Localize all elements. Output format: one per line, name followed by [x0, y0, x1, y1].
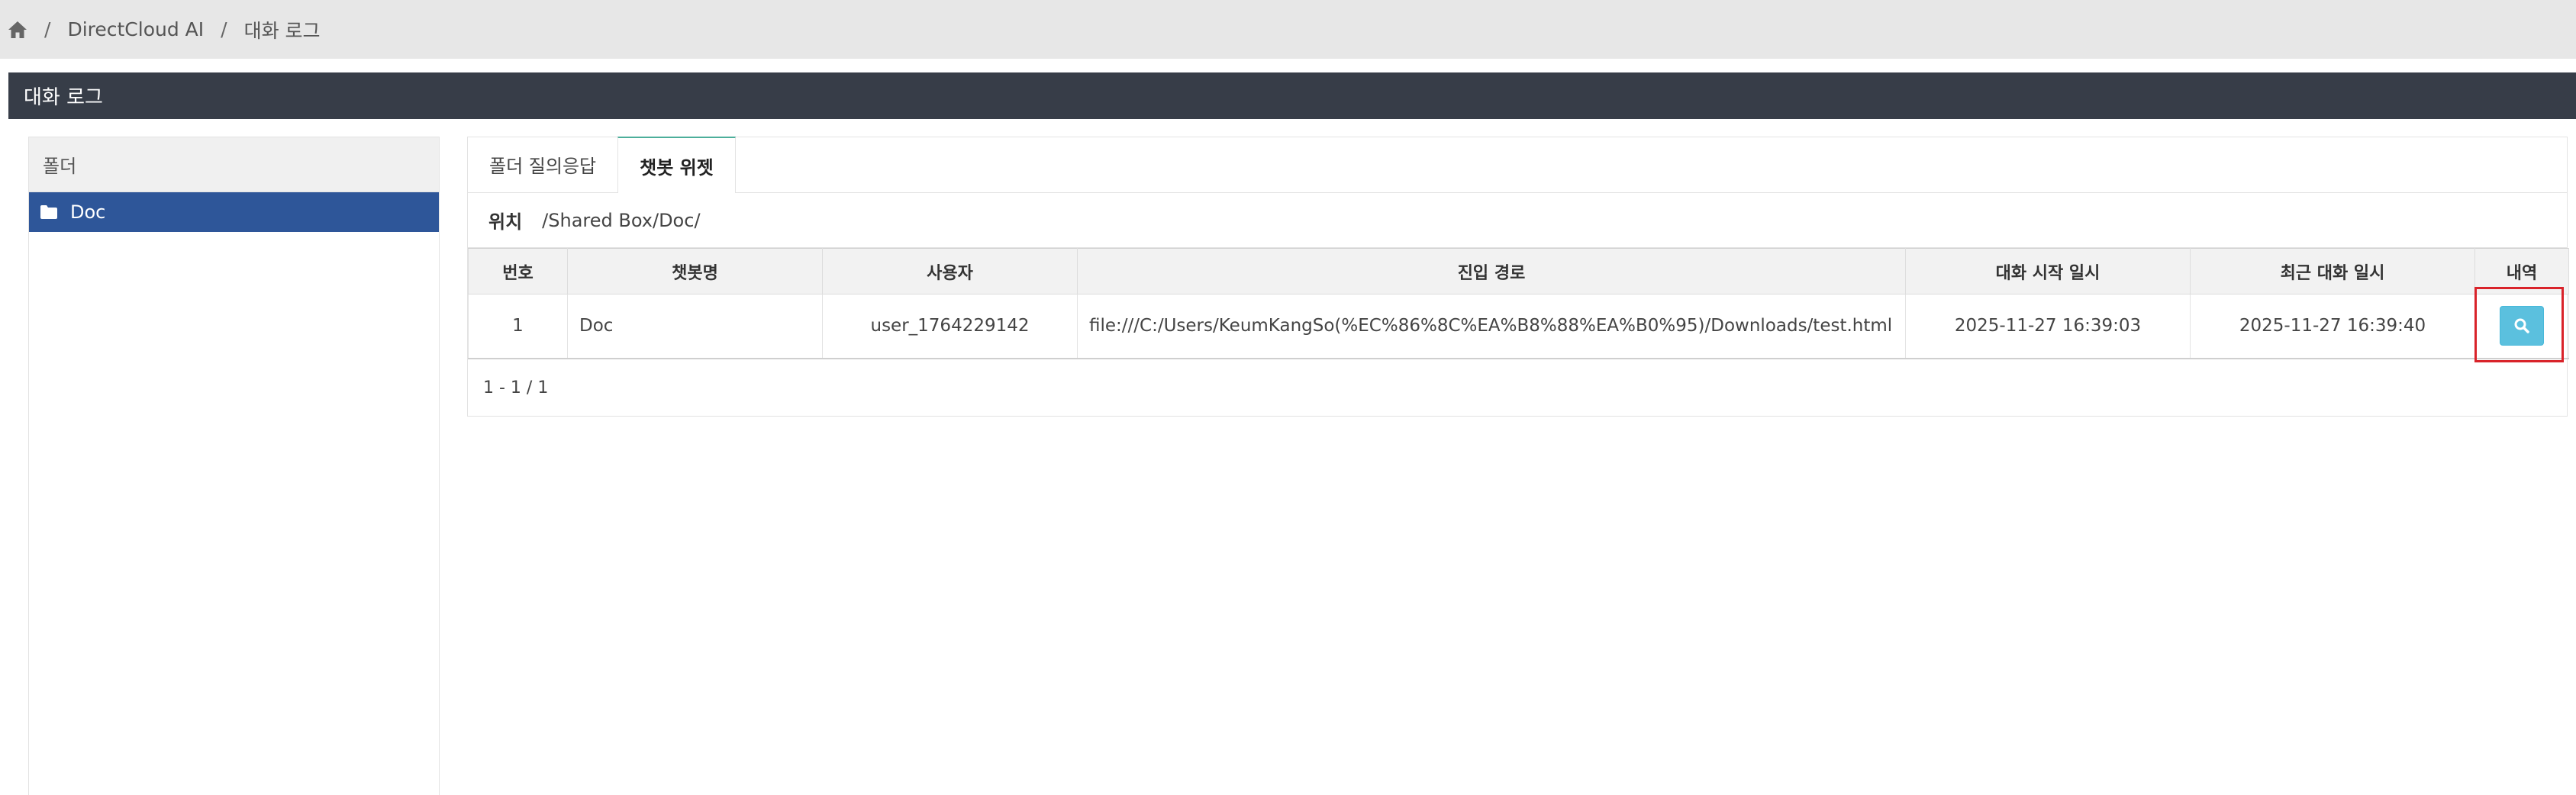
breadcrumb: / DirectCloud AI / 대화 로그 [0, 0, 2576, 59]
table-row[interactable]: 1 Doc user_1764229142 file:///C:/Users/K… [468, 294, 2569, 359]
pagination-info: 1 - 1 / 1 [483, 378, 549, 398]
column-header-no[interactable]: 번호 [468, 248, 568, 295]
column-header-started[interactable]: 대화 시작 일시 [1905, 248, 2191, 295]
folder-item-label: Doc [70, 201, 106, 223]
cell-latest: 2025-11-27 16:39:40 [2190, 294, 2475, 359]
column-header-user[interactable]: 사용자 [822, 248, 1078, 295]
column-header-latest[interactable]: 최근 대화 일시 [2190, 248, 2475, 295]
column-header-chatbot[interactable]: 챗봇명 [567, 248, 823, 295]
view-history-button[interactable] [2500, 306, 2544, 346]
folder-icon [40, 205, 57, 219]
breadcrumb-separator: / [221, 18, 227, 40]
location-value: /Shared Box/Doc/ [542, 209, 701, 231]
cell-no: 1 [468, 294, 568, 359]
cell-chatbot: Doc [567, 294, 823, 359]
folder-panel-header: 폴더 [29, 137, 439, 192]
column-header-history: 내역 [2474, 248, 2569, 295]
cell-entry-path: file:///C:/Users/KeumKangSo(%EC%86%8C%EA… [1077, 294, 1906, 359]
page-title: 대화 로그 [24, 86, 103, 109]
column-header-entry-path[interactable]: 진입 경로 [1077, 248, 1906, 295]
content-panel: 폴더 질의응답 챗봇 위젯 위치 /Shared Box/Doc/ 번호 챗봇명… [467, 137, 2569, 417]
cell-user: user_1764229142 [822, 294, 1078, 359]
folder-item-doc[interactable]: Doc [29, 192, 439, 232]
section-title-bar: 대화 로그 [8, 72, 2576, 119]
breadcrumb-separator: / [44, 18, 51, 40]
breadcrumb-item-directcloud-ai[interactable]: DirectCloud AI [67, 18, 204, 40]
folder-panel: 폴더 Doc [28, 137, 440, 795]
chat-log-table: 번호 챗봇명 사용자 진입 경로 대화 시작 일시 최근 대화 일시 내역 1 … [468, 248, 2569, 359]
location-row: 위치 /Shared Box/Doc/ [468, 193, 2567, 248]
tab-bar: 폴더 질의응답 챗봇 위젯 [468, 137, 2567, 193]
location-label: 위치 [488, 211, 523, 233]
tab-chatbot-widget[interactable]: 챗봇 위젯 [617, 137, 736, 193]
home-icon[interactable] [8, 20, 27, 40]
cell-history [2474, 294, 2569, 359]
table-header-row: 번호 챗봇명 사용자 진입 경로 대화 시작 일시 최근 대화 일시 내역 [468, 248, 2569, 295]
search-icon [2514, 318, 2529, 333]
breadcrumb-item-current: 대화 로그 [243, 19, 321, 42]
cell-started: 2025-11-27 16:39:03 [1905, 294, 2191, 359]
tab-folder-qa[interactable]: 폴더 질의응답 [468, 137, 617, 192]
